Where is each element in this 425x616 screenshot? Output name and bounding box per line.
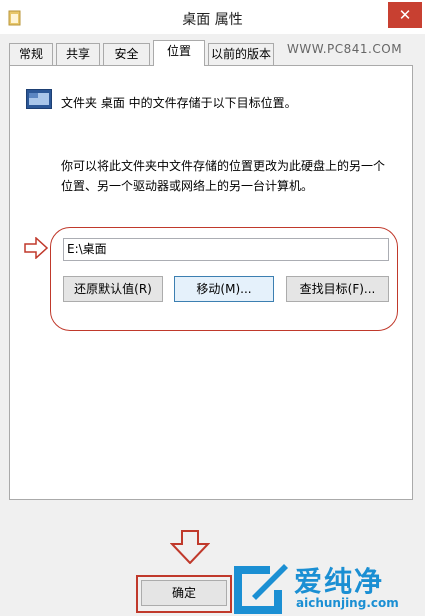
properties-window: 桌面 属性 ✕ 常规 共享 安全 位置 以前的版本 WWW.PC841.COM … <box>0 0 425 616</box>
logo-text: 爱纯净 <box>294 565 385 598</box>
move-button[interactable]: 移动(M)... <box>174 276 274 302</box>
tab-security[interactable]: 安全 <box>103 43 150 65</box>
title-bar[interactable]: 桌面 属性 ✕ <box>0 0 425 34</box>
instructions-line-2: 位置、另一个驱动器或网络上的另一台计算机。 <box>61 179 314 193</box>
arrow-down-outline-icon <box>170 530 210 564</box>
ok-button[interactable]: 确定 <box>141 580 227 606</box>
tab-general[interactable]: 常规 <box>9 43 53 65</box>
restore-default-button[interactable]: 还原默认值(R) <box>63 276 163 302</box>
location-description: 文件夹 桌面 中的文件存储于以下目标位置。 <box>61 96 297 110</box>
close-icon: ✕ <box>398 6 412 24</box>
close-button[interactable]: ✕ <box>388 2 422 28</box>
arrow-right-outline-icon <box>24 237 48 259</box>
instructions-line-1: 你可以将此文件夹中文件存储的位置更改为此硬盘上的另一个 <box>61 159 386 173</box>
path-field[interactable]: E:\桌面 <box>63 238 389 261</box>
find-target-button[interactable]: 查找目标(F)... <box>286 276 389 302</box>
tab-previous-versions[interactable]: 以前的版本 <box>208 43 274 65</box>
desktop-folder-icon <box>26 89 52 109</box>
logo-mark-icon <box>234 564 288 614</box>
watermark-text: WWW.PC841.COM <box>287 42 403 56</box>
site-logo: 爱纯净 aichunjing.com <box>230 560 420 614</box>
window-title: 桌面 属性 <box>182 12 243 28</box>
logo-url: aichunjing.com <box>296 596 399 610</box>
tab-location[interactable]: 位置 <box>153 40 205 66</box>
tab-sharing[interactable]: 共享 <box>56 43 100 65</box>
